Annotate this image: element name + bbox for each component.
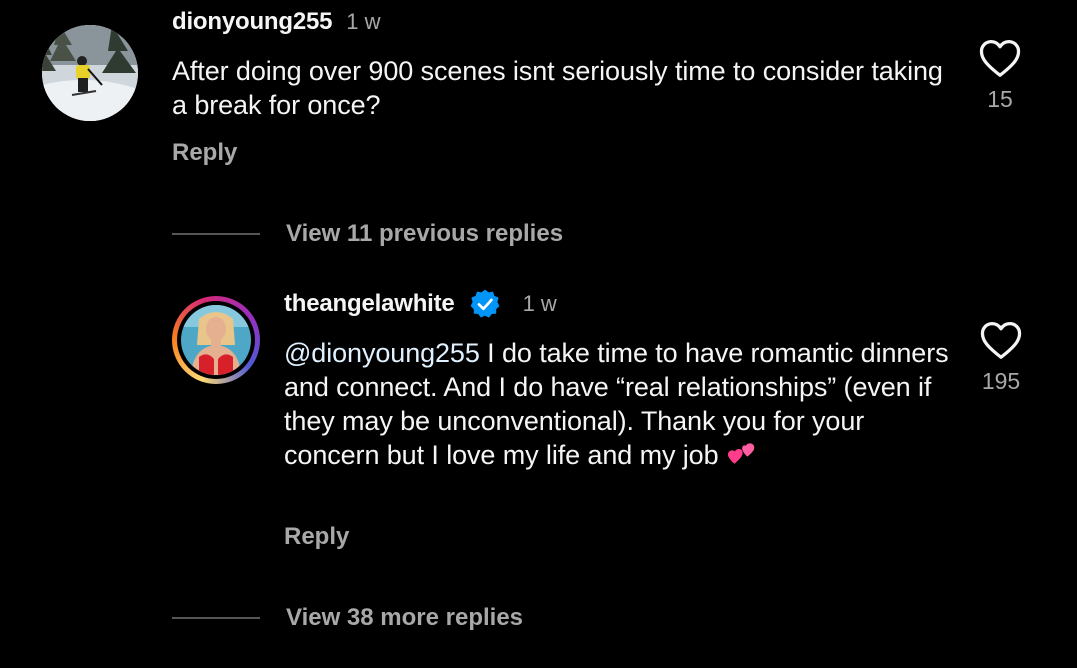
like-control: 195 [971, 320, 1031, 395]
heart-icon[interactable] [978, 38, 1022, 78]
comment-meta: theangelawhite 1 w [284, 288, 557, 320]
username[interactable]: dionyoung255 [172, 8, 332, 36]
verified-badge-icon [470, 289, 499, 318]
comment-text: After doing over 900 scenes isnt serious… [172, 54, 952, 122]
avatar [181, 305, 251, 375]
profile-photo [181, 305, 251, 375]
like-control: 15 [970, 38, 1030, 113]
timestamp: 1 w [346, 9, 381, 34]
heart-icon[interactable] [979, 320, 1023, 360]
comment-meta: dionyoung255 1 w [172, 8, 381, 36]
reply-button[interactable]: Reply [172, 139, 237, 167]
avatar[interactable] [42, 25, 138, 121]
like-count: 15 [987, 86, 1013, 112]
mention-link[interactable]: @dionyoung255 [284, 338, 480, 368]
reply-button[interactable]: Reply [284, 523, 349, 551]
two-hearts-emoji-icon [727, 443, 755, 464]
timestamp: 1 w [522, 291, 557, 316]
view-more-replies[interactable]: View 38 more replies [172, 604, 523, 632]
divider-line [172, 233, 260, 235]
view-previous-replies-label[interactable]: View 11 previous replies [286, 220, 563, 248]
skier-photo [42, 25, 138, 121]
username[interactable]: theangelawhite [284, 290, 455, 318]
comment-text: @dionyoung255 I do take time to have rom… [284, 336, 954, 472]
divider-line [172, 617, 260, 619]
view-more-replies-label[interactable]: View 38 more replies [286, 604, 523, 632]
comment-body: After doing over 900 scenes isnt serious… [172, 56, 943, 120]
avatar-story-ring[interactable] [172, 296, 260, 384]
comments-thread: dionyoung255 1 w After doing over 900 sc… [0, 0, 1077, 668]
view-previous-replies[interactable]: View 11 previous replies [172, 220, 563, 248]
like-count: 195 [981, 368, 1021, 394]
